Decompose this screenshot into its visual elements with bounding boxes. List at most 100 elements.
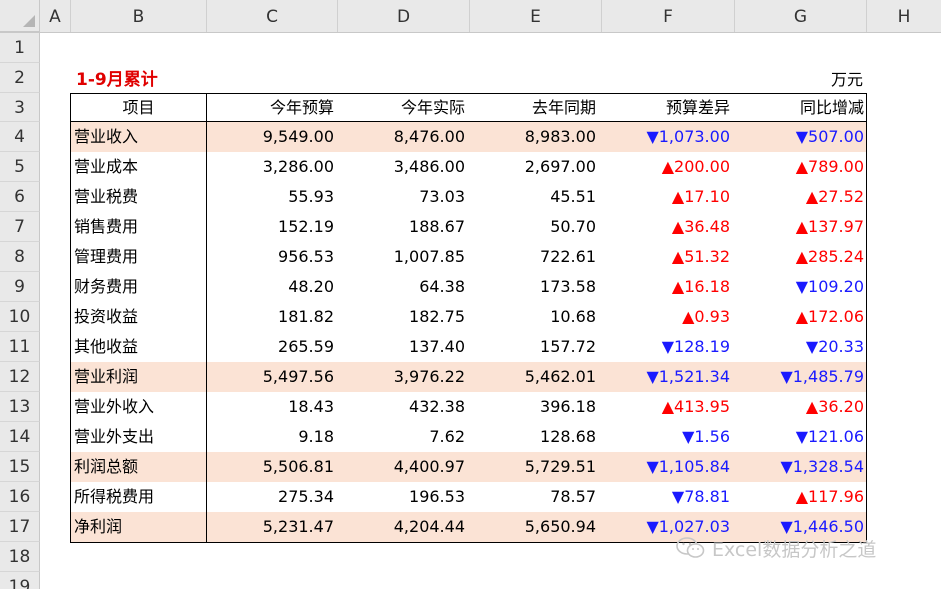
- cell-actual[interactable]: 196.53: [337, 482, 468, 512]
- cell-yoy-change[interactable]: ▼20.33: [733, 332, 866, 362]
- cell-last-year[interactable]: 45.51: [468, 182, 599, 212]
- row-header-2[interactable]: 2: [0, 63, 40, 93]
- row-header-16[interactable]: 16: [0, 482, 40, 512]
- cell-item[interactable]: 净利润: [71, 512, 207, 542]
- cell-budget-diff[interactable]: ▼1,105.84: [599, 452, 733, 482]
- row-header-15[interactable]: 15: [0, 452, 40, 482]
- row-header-8[interactable]: 8: [0, 242, 40, 272]
- cell-yoy-change[interactable]: ▲789.00: [733, 152, 866, 182]
- cell-budget-diff[interactable]: ▼1.56: [599, 422, 733, 452]
- cell-item[interactable]: 销售费用: [71, 212, 207, 242]
- cell-budget[interactable]: 18.43: [207, 392, 337, 422]
- cell-last-year[interactable]: 396.18: [468, 392, 599, 422]
- cell-budget-diff[interactable]: ▲16.18: [599, 272, 733, 302]
- column-header-c[interactable]: C: [207, 0, 338, 32]
- row-header-10[interactable]: 10: [0, 302, 40, 332]
- cell-actual[interactable]: 8,476.00: [337, 122, 468, 152]
- cell-yoy-change[interactable]: ▲285.24: [733, 242, 866, 272]
- cell-yoy-change[interactable]: ▲172.06: [733, 302, 866, 332]
- cell-actual[interactable]: 137.40: [337, 332, 468, 362]
- cell-yoy-change[interactable]: ▲117.96: [733, 482, 866, 512]
- cell-last-year[interactable]: 2,697.00: [468, 152, 599, 182]
- row-header-3[interactable]: 3: [0, 93, 40, 122]
- row-header-12[interactable]: 12: [0, 362, 40, 392]
- row-header-14[interactable]: 14: [0, 422, 40, 452]
- cell-budget[interactable]: 275.34: [207, 482, 337, 512]
- cell-yoy-change[interactable]: ▲36.20: [733, 392, 866, 422]
- cell-budget-diff[interactable]: ▼78.81: [599, 482, 733, 512]
- cell-last-year[interactable]: 8,983.00: [468, 122, 599, 152]
- cell-yoy-change[interactable]: ▼1,328.54: [733, 452, 866, 482]
- cell-item[interactable]: 利润总额: [71, 452, 207, 482]
- cell-budget[interactable]: 48.20: [207, 272, 337, 302]
- cell-budget[interactable]: 55.93: [207, 182, 337, 212]
- row-header-18[interactable]: 18: [0, 542, 40, 572]
- cell-actual[interactable]: 3,976.22: [337, 362, 468, 392]
- cell-last-year[interactable]: 10.68: [468, 302, 599, 332]
- cell-budget[interactable]: 152.19: [207, 212, 337, 242]
- cell-item[interactable]: 其他收益: [71, 332, 207, 362]
- cell-yoy-change[interactable]: ▲27.52: [733, 182, 866, 212]
- cell-budget[interactable]: 265.59: [207, 332, 337, 362]
- cell-last-year[interactable]: 722.61: [468, 242, 599, 272]
- cell-actual[interactable]: 1,007.85: [337, 242, 468, 272]
- row-header-6[interactable]: 6: [0, 182, 40, 212]
- cell-yoy-change[interactable]: ▲137.97: [733, 212, 866, 242]
- cell-item[interactable]: 投资收益: [71, 302, 207, 332]
- column-header-g[interactable]: G: [735, 0, 867, 32]
- row-header-7[interactable]: 7: [0, 212, 40, 242]
- cell-budget[interactable]: 9.18: [207, 422, 337, 452]
- cell-last-year[interactable]: 157.72: [468, 332, 599, 362]
- cell-last-year[interactable]: 5,650.94: [468, 512, 599, 542]
- column-header-e[interactable]: E: [470, 0, 602, 32]
- row-header-9[interactable]: 9: [0, 272, 40, 302]
- cell-item[interactable]: 营业外收入: [71, 392, 207, 422]
- cell-budget[interactable]: 5,497.56: [207, 362, 337, 392]
- column-header-f[interactable]: F: [602, 0, 735, 32]
- cell-item[interactable]: 营业利润: [71, 362, 207, 392]
- cell-budget[interactable]: 5,506.81: [207, 452, 337, 482]
- cell-yoy-change[interactable]: ▼109.20: [733, 272, 866, 302]
- cell-last-year[interactable]: 128.68: [468, 422, 599, 452]
- cell-budget-diff[interactable]: ▼1,521.34: [599, 362, 733, 392]
- row-header-5[interactable]: 5: [0, 152, 40, 182]
- select-all-corner[interactable]: [0, 0, 40, 32]
- row-header-19[interactable]: 19: [0, 572, 40, 589]
- cell-actual[interactable]: 4,400.97: [337, 452, 468, 482]
- cell-budget-diff[interactable]: ▲413.95: [599, 392, 733, 422]
- cell-actual[interactable]: 182.75: [337, 302, 468, 332]
- cell-last-year[interactable]: 78.57: [468, 482, 599, 512]
- cell-item[interactable]: 营业税费: [71, 182, 207, 212]
- cell-budget[interactable]: 5,231.47: [207, 512, 337, 542]
- cell-budget[interactable]: 9,549.00: [207, 122, 337, 152]
- cell-last-year[interactable]: 173.58: [468, 272, 599, 302]
- cell-actual[interactable]: 4,204.44: [337, 512, 468, 542]
- row-header-13[interactable]: 13: [0, 392, 40, 422]
- cell-budget-diff[interactable]: ▲17.10: [599, 182, 733, 212]
- cell-budget[interactable]: 956.53: [207, 242, 337, 272]
- row-header-4[interactable]: 4: [0, 122, 40, 152]
- cell-last-year[interactable]: 5,729.51: [468, 452, 599, 482]
- cell-yoy-change[interactable]: ▼507.00: [733, 122, 866, 152]
- column-header-h[interactable]: H: [867, 0, 941, 32]
- cell-item[interactable]: 营业成本: [71, 152, 207, 182]
- row-header-17[interactable]: 17: [0, 512, 40, 542]
- cell-budget-diff[interactable]: ▲51.32: [599, 242, 733, 272]
- column-header-a[interactable]: A: [40, 0, 71, 32]
- cell-actual[interactable]: 73.03: [337, 182, 468, 212]
- cell-item[interactable]: 财务费用: [71, 272, 207, 302]
- cell-budget-diff[interactable]: ▲36.48: [599, 212, 733, 242]
- cell-budget-diff[interactable]: ▲0.93: [599, 302, 733, 332]
- row-header-11[interactable]: 11: [0, 332, 40, 362]
- cell-item[interactable]: 所得税费用: [71, 482, 207, 512]
- cell-item[interactable]: 管理费用: [71, 242, 207, 272]
- cell-budget-diff[interactable]: ▼1,073.00: [599, 122, 733, 152]
- cell-actual[interactable]: 188.67: [337, 212, 468, 242]
- cell-item[interactable]: 营业收入: [71, 122, 207, 152]
- cell-yoy-change[interactable]: ▼1,485.79: [733, 362, 866, 392]
- column-header-d[interactable]: D: [338, 0, 470, 32]
- cell-actual[interactable]: 432.38: [337, 392, 468, 422]
- cell-budget-diff[interactable]: ▼128.19: [599, 332, 733, 362]
- cell-yoy-change[interactable]: ▼121.06: [733, 422, 866, 452]
- cell-budget[interactable]: 3,286.00: [207, 152, 337, 182]
